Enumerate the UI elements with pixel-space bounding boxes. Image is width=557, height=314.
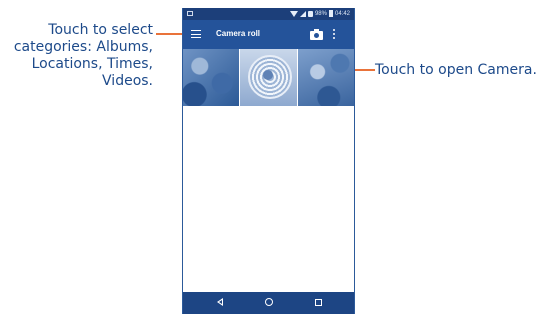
app-bar: Camera roll bbox=[183, 20, 354, 49]
callout-line: categories: Albums, bbox=[13, 39, 153, 55]
photo-thumbnail[interactable] bbox=[240, 49, 297, 106]
back-icon[interactable] bbox=[217, 298, 223, 306]
callout-line: Touch to select bbox=[48, 22, 153, 38]
callout-line: Locations, Times, bbox=[31, 56, 153, 72]
signal-icon bbox=[299, 10, 306, 17]
photo-thumbnail[interactable] bbox=[183, 49, 240, 106]
battery-percent: 98% bbox=[314, 10, 327, 17]
sim-icon bbox=[307, 10, 313, 17]
clock: 04:42 bbox=[334, 10, 350, 17]
menu-icon[interactable] bbox=[191, 30, 201, 38]
notification-icon bbox=[187, 11, 193, 16]
app-title: Camera roll bbox=[216, 29, 261, 38]
overflow-icon[interactable] bbox=[333, 29, 337, 41]
camera-icon[interactable] bbox=[310, 28, 323, 40]
photo-thumbnail[interactable] bbox=[297, 49, 354, 106]
phone-screen: 98% 04:42 Camera roll bbox=[182, 8, 355, 314]
status-icons: 98% 04:42 bbox=[289, 10, 350, 17]
recents-icon[interactable] bbox=[315, 299, 322, 306]
home-icon[interactable] bbox=[265, 298, 273, 306]
status-bar: 98% 04:42 bbox=[183, 8, 354, 20]
photo-grid bbox=[183, 49, 354, 106]
menu-callout: Touch to select categories: Albums, Loca… bbox=[0, 22, 153, 90]
callout-line: Videos. bbox=[102, 73, 153, 89]
battery-icon bbox=[328, 10, 333, 17]
camera-callout: Touch to open Camera. bbox=[375, 62, 537, 78]
navigation-bar bbox=[183, 292, 354, 314]
wifi-icon bbox=[289, 10, 298, 17]
